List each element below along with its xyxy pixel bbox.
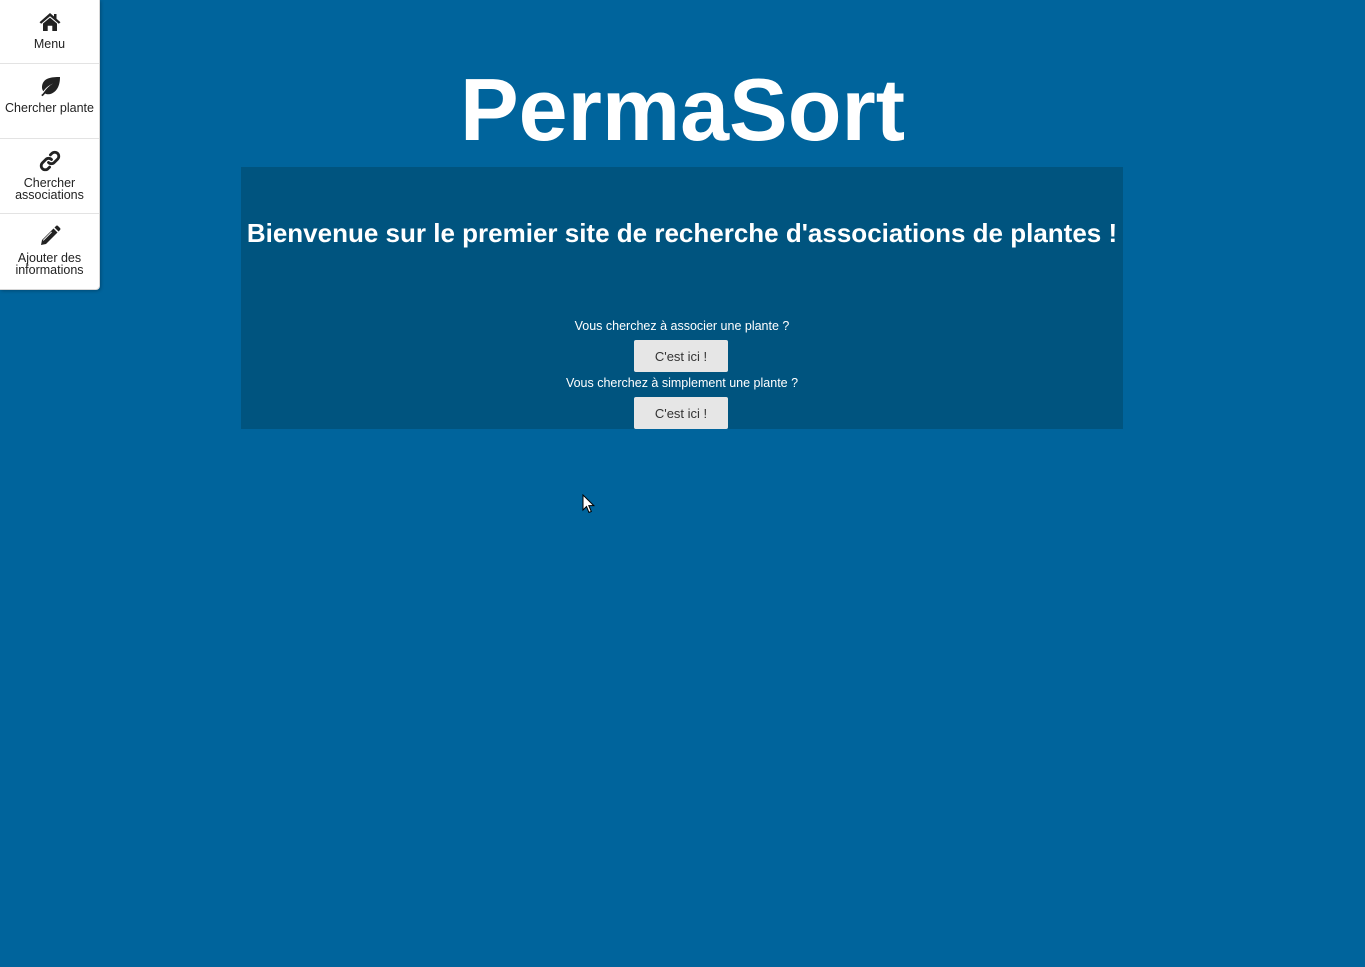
sidebar-item-menu[interactable]: Menu [0, 0, 99, 64]
welcome-heading: Bienvenue sur le premier site de recherc… [246, 218, 1118, 248]
welcome-panel: Bienvenue sur le premier site de recherc… [241, 167, 1123, 429]
sidebar-item-label: Menu [33, 37, 66, 51]
pencil-icon [40, 225, 60, 245]
associate-plant-button[interactable]: C'est ici ! [634, 340, 728, 372]
mouse-cursor-icon [582, 494, 596, 514]
home-icon [39, 13, 60, 31]
sidebar-item-label: Chercher associations [15, 176, 84, 202]
search-plant-button[interactable]: C'est ici ! [634, 397, 728, 429]
question-search-plant: Vous cherchez à simplement une plante ? [565, 376, 799, 390]
page-title: PermaSort [459, 60, 906, 159]
sidebar-item-label: Ajouter des informations [15, 251, 84, 277]
question-associate-plant: Vous cherchez à associer une plante ? [574, 319, 790, 333]
sidebar-item-ajouter-informations[interactable]: Ajouter des informations [0, 214, 99, 289]
